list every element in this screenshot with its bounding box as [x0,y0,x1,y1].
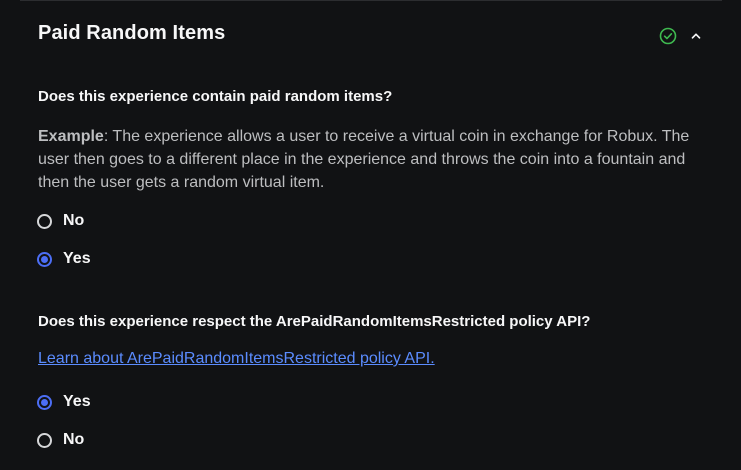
question-policy-api: Does this experience respect the ArePaid… [38,313,591,330]
radio-q2-no[interactable]: No [37,429,84,451]
radio-label: Yes [63,393,91,410]
radio-label: No [63,212,85,229]
radio-button-selected[interactable] [37,394,52,410]
radio-button[interactable] [37,213,52,229]
paid-random-items-section: Paid Random Items Does this experience c… [0,0,741,470]
radio-q2-yes[interactable]: Yes [37,391,91,413]
check-circle-icon [659,27,677,45]
example-body: : The experience allows a user to receiv… [38,128,690,191]
radio-label: Yes [63,250,91,267]
policy-api-link[interactable]: Learn about ArePaidRandomItemsRestricted… [38,350,435,368]
question-paid-random-items: Does this experience contain paid random… [38,88,393,105]
radio-q1-yes[interactable]: Yes [37,248,91,270]
radio-button[interactable] [37,432,52,448]
section-title: Paid Random Items [38,22,226,44]
example-text: Example: The experience allows a user to… [38,125,708,194]
example-label: Example [38,128,104,145]
radio-button-selected[interactable] [37,251,52,267]
chevron-up-icon[interactable] [687,27,705,45]
radio-label: No [63,431,85,448]
radio-q1-no[interactable]: No [37,210,84,232]
